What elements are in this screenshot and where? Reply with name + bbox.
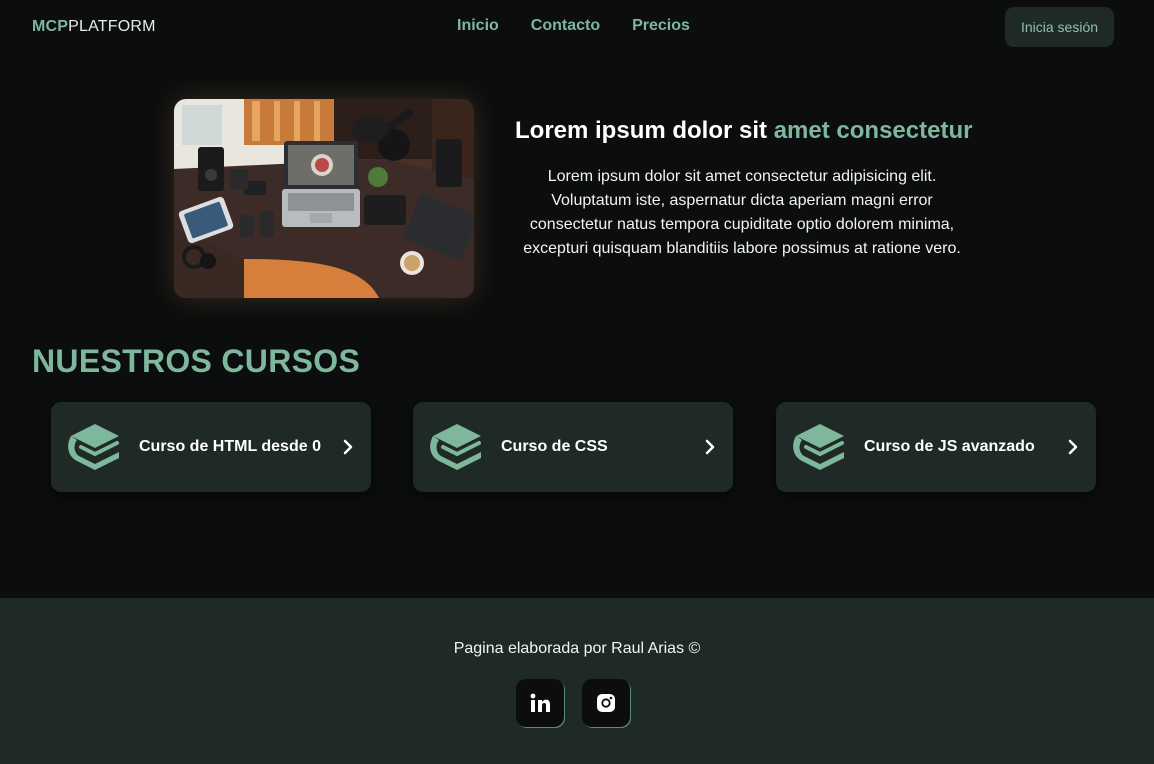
linkedin-button[interactable] [516,679,564,727]
courses-title: NUESTROS CURSOS [32,343,361,379]
hero-title-highlight: amet consectetur [773,117,973,144]
footer: Pagina elaborada por Raul Arias © [0,598,1154,764]
main-nav: Inicio Contacto Precios [457,17,690,35]
chevron-right-icon [705,439,715,455]
course-card-css[interactable]: Curso de CSS [413,402,733,492]
header: MCPPLATFORM Inicio Contacto Precios Inic… [0,0,1154,54]
course-card-html[interactable]: Curso de HTML desde 0 [51,402,371,492]
logo[interactable]: MCPPLATFORM [32,18,156,36]
nav-inicio[interactable]: Inicio [457,17,499,35]
course-title: Curso de HTML desde 0 [139,438,321,455]
footer-credit: Pagina elaborada por Raul Arias © [453,640,701,657]
chevron-right-icon [343,439,353,455]
instagram-icon [597,694,615,712]
chevron-right-icon [1068,439,1078,455]
course-card-js[interactable]: Curso de JS avanzado [776,402,1096,492]
hero-title: Lorem ipsum dolor sit amet consectetur [515,117,972,145]
nav-contacto[interactable]: Contacto [531,17,600,35]
course-title: Curso de CSS [501,438,608,455]
instagram-button[interactable] [582,679,630,727]
desk-photo [174,99,474,298]
logo-rest: PLATFORM [68,18,156,35]
logo-accent: MCP [32,18,69,35]
book-icon [793,424,844,470]
hero-title-main: Lorem ipsum dolor sit [515,117,774,144]
nav-precios[interactable]: Precios [632,17,690,35]
hero-image [174,99,474,298]
hero-description: Lorem ipsum dolor sit amet consectetur a… [523,168,961,257]
linkedin-icon [530,693,550,712]
book-icon [68,424,119,470]
course-title: Curso de JS avanzado [864,438,1035,455]
book-icon [430,424,481,470]
login-button[interactable]: Inicia sesión [1005,7,1114,47]
